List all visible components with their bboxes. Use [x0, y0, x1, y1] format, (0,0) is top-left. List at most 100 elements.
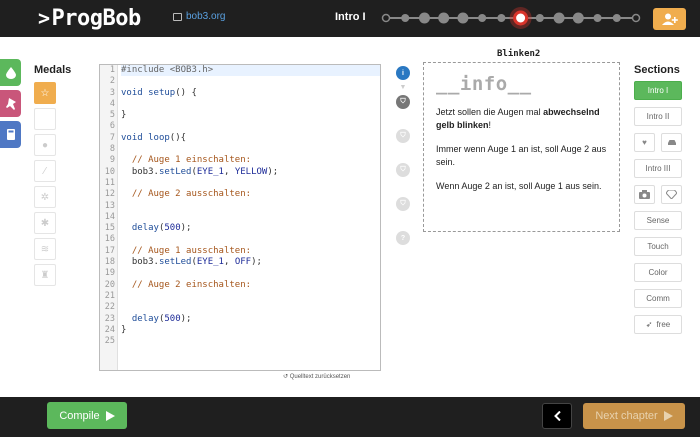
nav-book[interactable]: [0, 121, 21, 148]
code-line[interactable]: delay(500);: [121, 223, 380, 234]
nav-drop[interactable]: [0, 59, 21, 86]
info-panel: __info__ Jetzt sollen die Augen mal abwe…: [423, 62, 620, 232]
line-number: 25: [104, 336, 115, 347]
code-editor[interactable]: 1 2 3 4 5 6 7 8 9 10 11 12 13 14 15 16 17 18 19 20 21 22 23 24 2…: [99, 64, 381, 371]
step-shield[interactable]: ⛉: [396, 129, 410, 143]
code-line[interactable]: [121, 201, 380, 212]
info-text-3: Wenn Auge 2 an ist, soll Auge 1 aus sein…: [436, 181, 602, 191]
code-line[interactable]: }: [121, 325, 380, 336]
section-free[interactable]: ➶ free: [634, 315, 682, 334]
code-line[interactable]: [121, 291, 380, 302]
sections-title: Sections: [634, 64, 680, 76]
medal-blank[interactable]: [34, 108, 56, 130]
code-line[interactable]: // Auge 2 ausschalten:: [121, 189, 380, 200]
section-free-label: free: [656, 320, 671, 329]
progress-step[interactable]: [553, 12, 565, 24]
code-line[interactable]: [121, 99, 380, 110]
code-line[interactable]: // Auge 2 einschalten:: [121, 280, 380, 291]
section-intro-1[interactable]: Intro I: [634, 81, 682, 100]
progress-step[interactable]: [401, 14, 410, 22]
reset-code-link[interactable]: ↺ Quelltext zurücksetzen: [283, 373, 350, 380]
line-number: 9: [109, 155, 115, 166]
progress-step[interactable]: [612, 14, 621, 22]
back-button[interactable]: [542, 403, 572, 429]
progress-step[interactable]: [478, 14, 487, 22]
code-line[interactable]: [121, 144, 380, 155]
info-text-1a: Jetzt sollen die Augen mal: [436, 107, 544, 117]
code-line[interactable]: // Auge 1 einschalten:: [121, 155, 380, 166]
step-help[interactable]: ?: [396, 231, 410, 245]
step-shield[interactable]: ⛉: [396, 197, 410, 211]
next-chapter-button[interactable]: Next chapter: [583, 403, 685, 429]
code-line[interactable]: void loop(){: [121, 133, 380, 144]
arrow-down-icon: ▼: [399, 84, 407, 91]
progress-step[interactable]: [497, 14, 506, 22]
code-line[interactable]: [121, 234, 380, 245]
section-car[interactable]: [661, 133, 682, 152]
progress-step[interactable]: [572, 12, 584, 24]
step-info[interactable]: i: [396, 66, 410, 80]
add-user-button[interactable]: [653, 8, 686, 30]
medal-bug[interactable]: ✱: [34, 212, 56, 234]
nav-pin[interactable]: [0, 90, 21, 117]
repo-link[interactable]: bob3.org: [173, 11, 225, 22]
section-sense[interactable]: Sense: [634, 211, 682, 230]
code-line[interactable]: [121, 302, 380, 313]
line-number: 8: [109, 144, 115, 155]
code-line[interactable]: [121, 212, 380, 223]
section-touch[interactable]: Touch: [634, 237, 682, 256]
medal-wifi[interactable]: ≋: [34, 238, 56, 260]
section-heart[interactable]: ♥: [634, 133, 655, 152]
step-shield[interactable]: ⛉: [396, 163, 410, 177]
medal-trophy[interactable]: ♜: [34, 264, 56, 286]
progress-step[interactable]: [381, 13, 391, 23]
progress-step[interactable]: [418, 12, 430, 24]
section-intro-3[interactable]: Intro III: [634, 159, 682, 178]
line-number: 4: [109, 98, 115, 109]
step-shield-active[interactable]: ⛉: [396, 95, 410, 109]
medal-wand[interactable]: ⁄: [34, 160, 56, 182]
progress-step[interactable]: [438, 12, 450, 24]
code-line[interactable]: }: [121, 110, 380, 121]
code-line[interactable]: bob3.setLed(EYE_1, OFF);: [121, 257, 380, 268]
progress-step[interactable]: [457, 12, 469, 24]
code-line[interactable]: void setup() {: [121, 88, 380, 99]
code-area[interactable]: #include <BOB3.h> void setup() {} void loo…: [121, 65, 380, 347]
section-intro-2[interactable]: Intro II: [634, 107, 682, 126]
step-column: i ▼ ⛉ ⛉ ⛉ ⛉?: [396, 66, 412, 265]
line-number: 21: [104, 290, 115, 301]
section-comm[interactable]: Comm: [634, 289, 682, 308]
code-line[interactable]: [121, 336, 380, 347]
section-diamond[interactable]: [661, 185, 682, 204]
line-number: 16: [104, 234, 115, 245]
code-line[interactable]: #include <BOB3.h>: [121, 65, 380, 77]
progress-step[interactable]: [631, 13, 641, 23]
section-color[interactable]: Color: [634, 263, 682, 282]
chapter-progress[interactable]: [380, 5, 642, 31]
code-line[interactable]: // Auge 1 ausschalten:: [121, 246, 380, 257]
sections-panel: Sections Intro I Intro II ♥ Intro III Se…: [634, 64, 684, 341]
progress-step[interactable]: [593, 14, 602, 22]
code-line[interactable]: [121, 76, 380, 87]
medal-gear[interactable]: ✲: [34, 186, 56, 208]
line-number: 6: [109, 121, 115, 132]
book-icon: [173, 12, 182, 21]
code-line[interactable]: delay(500);: [121, 314, 380, 325]
heart-icon: ♥: [642, 138, 647, 147]
medal-star[interactable]: ☆: [34, 82, 56, 104]
logo[interactable]: > ProgBob: [38, 4, 141, 32]
line-number: 3: [109, 87, 115, 98]
code-line[interactable]: [121, 121, 380, 132]
progress-step[interactable]: [513, 10, 529, 26]
section-camera[interactable]: [634, 185, 655, 204]
compile-button[interactable]: Compile: [47, 402, 127, 429]
chapter-title: Intro I: [335, 11, 366, 23]
code-line[interactable]: [121, 268, 380, 279]
drop-icon: [5, 66, 16, 79]
code-line[interactable]: bob3.setLed(EYE_1, YELLOW);: [121, 167, 380, 178]
line-number: 18: [104, 257, 115, 268]
progress-step[interactable]: [535, 14, 544, 22]
play-icon: [105, 410, 115, 421]
medal-drop[interactable]: ●: [34, 134, 56, 156]
code-line[interactable]: [121, 178, 380, 189]
